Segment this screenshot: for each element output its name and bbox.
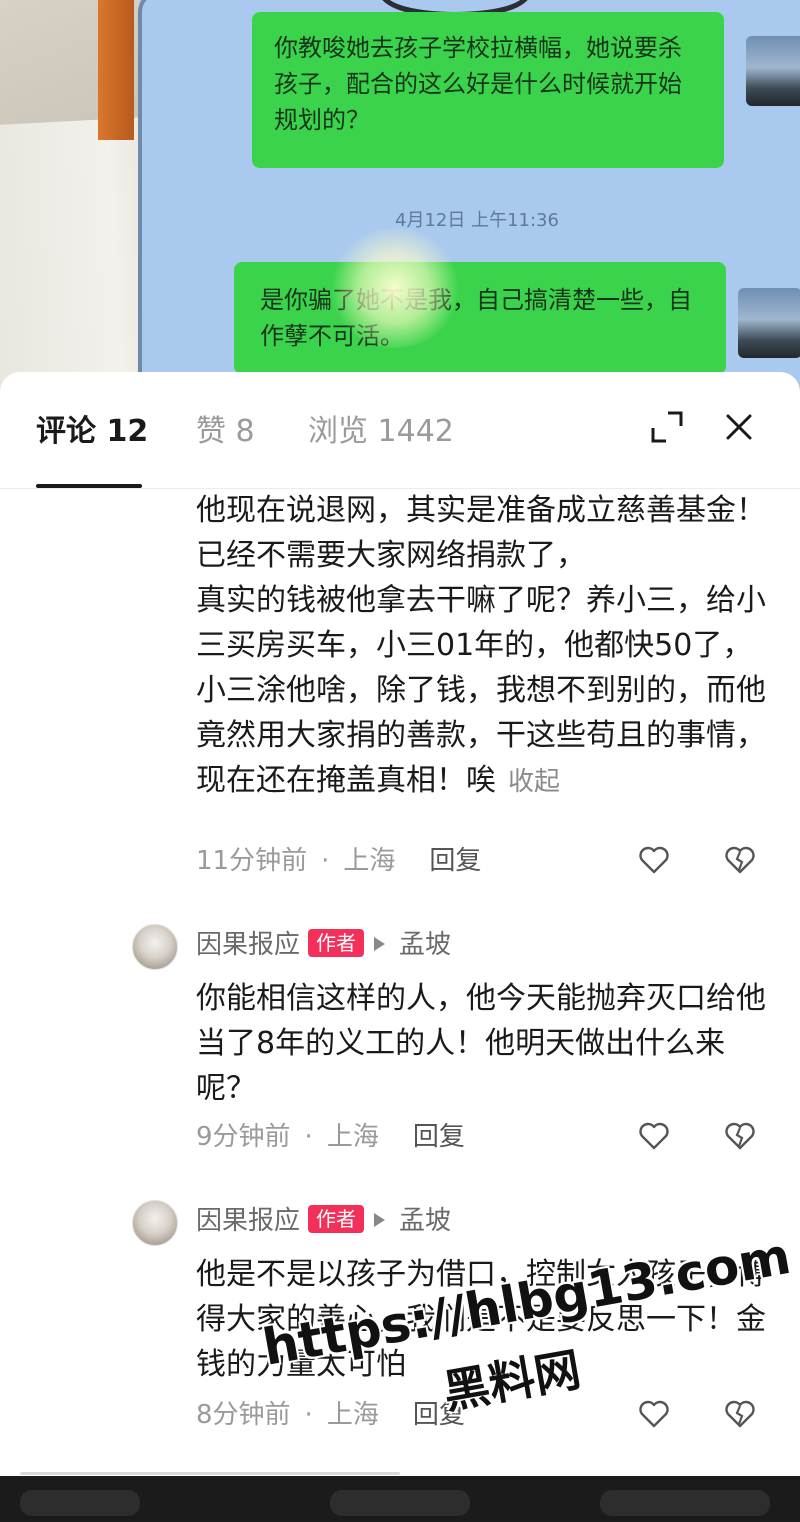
- chat-bubble-1: 你教唆她去孩子学校拉横幅，她说要杀孩子，配合的这么好是什么时候就开始规划的？: [252, 12, 724, 168]
- comment-text: 你能相信这样的人，他今天能抛弃灭口给他当了8年的义工的人！他明天做出什么来呢？: [196, 976, 771, 1111]
- separator-dot: ·: [304, 1122, 313, 1152]
- comment-time: 9分钟前: [196, 1122, 291, 1152]
- comment-text: 他现在说退网，其实是准备成立慈善基金！已经不需要大家网络捐款了， 真实的钱被他拿…: [196, 488, 771, 805]
- comment-meta: 11分钟前 · 上海 回复: [196, 844, 481, 878]
- dislike-icon[interactable]: [724, 1398, 756, 1430]
- comment-header: 因果报应 作者 孟坡: [196, 1204, 451, 1238]
- comment-location: 上海: [343, 846, 396, 876]
- chat-screenshot-photo: 你教唆她去孩子学校拉横幅，她说要杀孩子，配合的这么好是什么时候就开始规划的？ 4…: [0, 0, 800, 400]
- author-name[interactable]: 因果报应: [196, 930, 300, 960]
- reply-arrow-icon: [374, 937, 386, 951]
- like-icon[interactable]: [638, 1120, 670, 1152]
- reply-to-name[interactable]: 孟坡: [399, 1206, 451, 1236]
- chat-avatar-1: [746, 36, 800, 106]
- collapse-link[interactable]: 收起: [508, 767, 560, 797]
- chat-timestamp: 4月12日 上午11:36: [395, 210, 559, 231]
- comment-meta: 9分钟前 · 上海 回复: [196, 1120, 465, 1154]
- chat-avatar-2: [738, 288, 800, 358]
- like-icon[interactable]: [638, 1398, 670, 1430]
- orange-object: [98, 0, 134, 140]
- comment-time: 11分钟前: [196, 846, 308, 876]
- reply-to-name[interactable]: 孟坡: [399, 930, 451, 960]
- dislike-icon[interactable]: [724, 1120, 756, 1152]
- avatar[interactable]: [132, 924, 178, 970]
- like-icon[interactable]: [638, 844, 670, 876]
- bottom-segment: [20, 1490, 140, 1516]
- tab-views[interactable]: 浏览 1442: [308, 412, 454, 452]
- dislike-icon[interactable]: [724, 844, 756, 876]
- separator-dot: ·: [321, 846, 330, 876]
- close-icon[interactable]: [722, 410, 756, 444]
- reply-button[interactable]: 回复: [429, 846, 481, 876]
- reply-arrow-icon: [374, 1213, 386, 1227]
- tab-comments[interactable]: 评论 12: [36, 412, 148, 452]
- author-name[interactable]: 因果报应: [196, 1206, 300, 1236]
- chat-bubble-2: 是你骗了她不是我，自己搞清楚一些，自作孽不可活。: [234, 262, 726, 374]
- avatar[interactable]: [132, 1200, 178, 1246]
- comment-header: 因果报应 作者 孟坡: [196, 928, 451, 962]
- author-badge: 作者: [308, 1205, 365, 1233]
- light-glare: [330, 228, 460, 348]
- scroll-indicator: [20, 1472, 400, 1475]
- tab-bar: 评论 12 赞 8 浏览 1442: [0, 372, 800, 488]
- bottom-segment: [600, 1490, 770, 1516]
- tab-likes[interactable]: 赞 8: [196, 412, 255, 452]
- chat-message-1: 你教唆她去孩子学校拉横幅，她说要杀孩子，配合的这么好是什么时候就开始规划的？: [274, 34, 682, 134]
- reply-button[interactable]: 回复: [413, 1122, 465, 1152]
- expand-icon[interactable]: [650, 410, 684, 444]
- bottom-segment: [330, 1490, 470, 1516]
- comment-body: 他现在说退网，其实是准备成立慈善基金！已经不需要大家网络捐款了， 真实的钱被他拿…: [196, 493, 766, 798]
- chat-message-2: 是你骗了她不是我，自己搞清楚一些，自作孽不可活。: [260, 286, 692, 350]
- author-badge: 作者: [308, 929, 365, 957]
- comment-location: 上海: [326, 1122, 379, 1152]
- comment-body: 你能相信这样的人，他今天能抛弃灭口给他当了8年的义工的人！他明天做出什么来呢？: [196, 981, 766, 1106]
